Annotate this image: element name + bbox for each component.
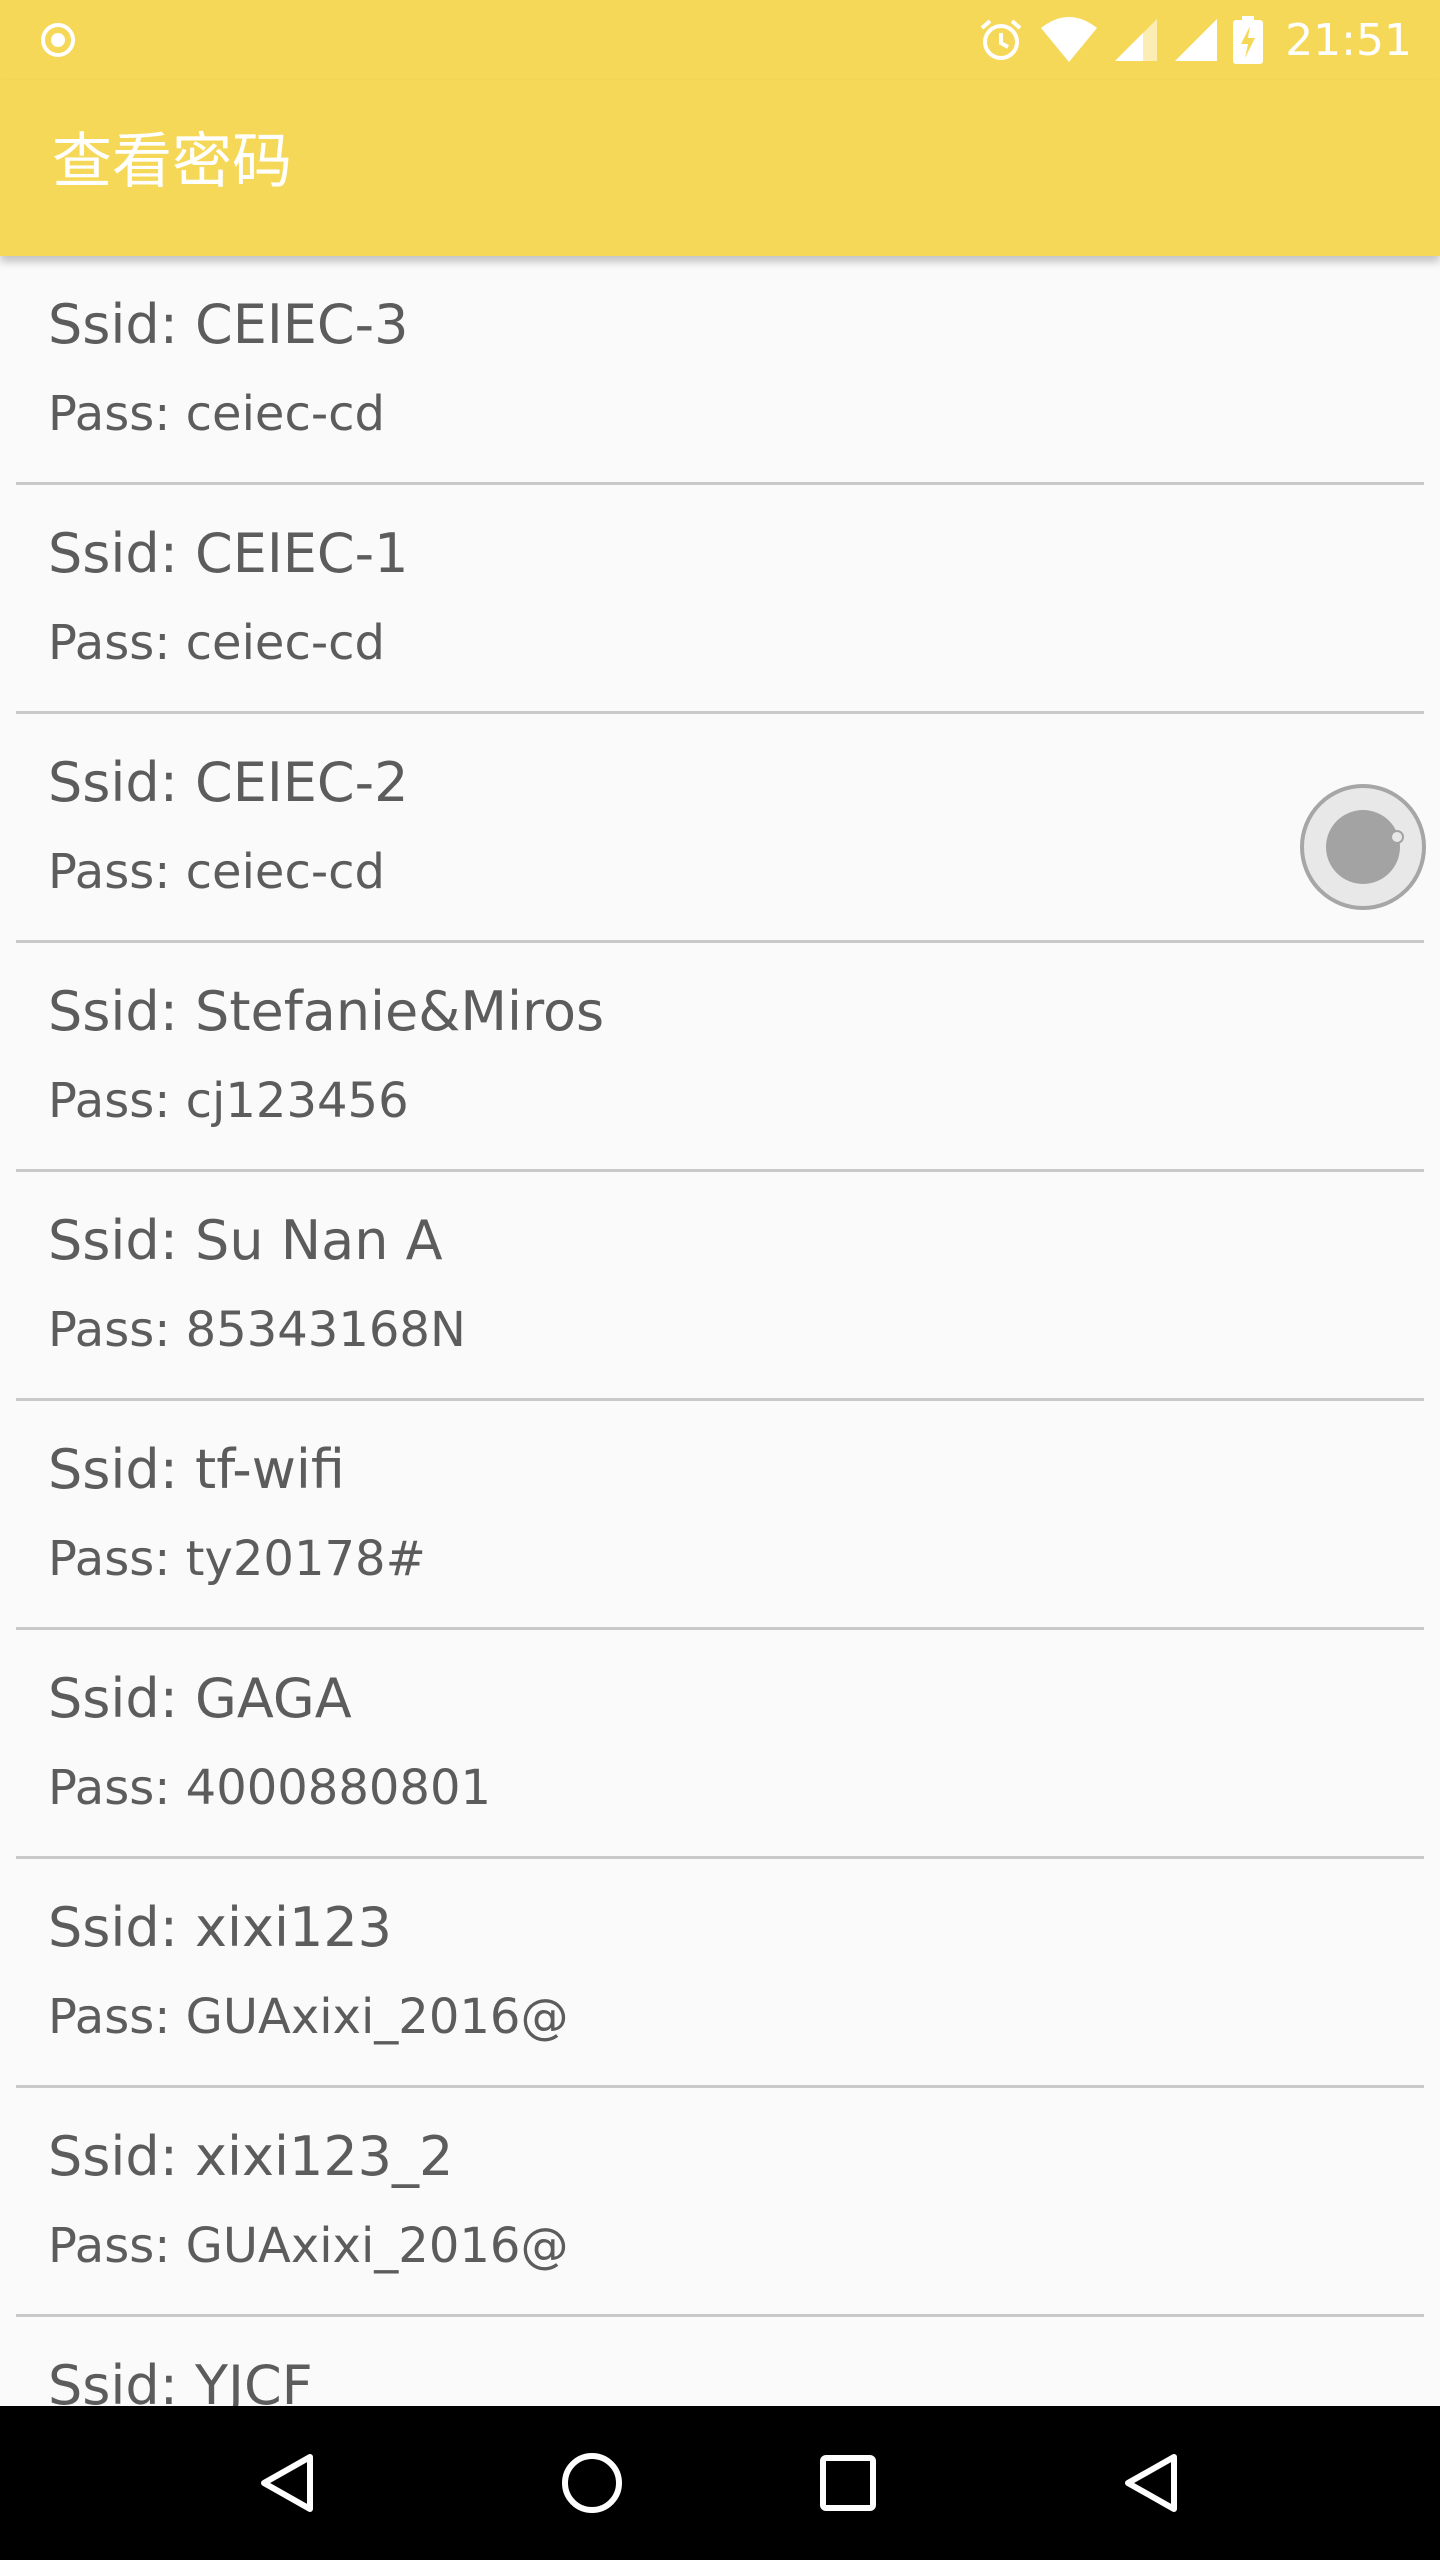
status-icons: 21:51 xyxy=(963,0,1412,80)
password-label: Pass: ceiec-cd xyxy=(48,844,386,900)
password-label: Pass: cj123456 xyxy=(48,1073,409,1129)
recents-icon xyxy=(820,2455,876,2511)
assistive-button-core-icon xyxy=(1326,810,1400,884)
ssid-label: Ssid: Stefanie&Miros xyxy=(48,980,605,1043)
nav-back-button-alt[interactable] xyxy=(1072,2406,1232,2560)
nav-recents-button[interactable] xyxy=(768,2406,928,2560)
password-label: Pass: 4000880801 xyxy=(48,1760,492,1816)
battery-charging-icon xyxy=(1233,16,1264,64)
password-label: Pass: ceiec-cd xyxy=(48,615,386,671)
ssid-label: Ssid: xixi123_2 xyxy=(48,2125,454,2188)
floating-assistive-button[interactable] xyxy=(1300,784,1426,910)
screen: 21:51 查看密码 Ssid: CEIEC-3 Pass: ceiec-cd … xyxy=(0,0,1440,2560)
password-label: Pass: 85343168N xyxy=(48,1302,466,1358)
list-item[interactable]: Ssid: xixi123_2 Pass: GUAxixi_2016@ xyxy=(0,2088,1440,2317)
nav-home-button[interactable] xyxy=(512,2406,672,2560)
wifi-list: Ssid: CEIEC-3 Pass: ceiec-cd Ssid: CEIEC… xyxy=(0,256,1440,2406)
list-item[interactable]: Ssid: YJCF xyxy=(0,2317,1440,2407)
status-time: 21:51 xyxy=(1285,14,1412,66)
password-label: Pass: GUAxixi_2016@ xyxy=(48,2218,569,2274)
page-title: 查看密码 xyxy=(52,127,292,197)
list-item[interactable]: Ssid: CEIEC-1 Pass: ceiec-cd xyxy=(0,485,1440,714)
ssid-label: Ssid: CEIEC-2 xyxy=(48,751,409,814)
list-item[interactable]: Ssid: CEIEC-3 Pass: ceiec-cd xyxy=(0,256,1440,485)
home-icon xyxy=(562,2453,622,2513)
assistive-button-dot-icon xyxy=(1390,830,1404,844)
ssid-label: Ssid: tf-wifi xyxy=(48,1438,345,1501)
ssid-label: Ssid: GAGA xyxy=(48,1667,352,1730)
list-item[interactable]: Ssid: tf-wifi Pass: ty20178# xyxy=(0,1401,1440,1630)
ssid-label: Ssid: Su Nan A xyxy=(48,1209,443,1272)
status-bar: 21:51 xyxy=(0,0,1440,80)
password-label: Pass: GUAxixi_2016@ xyxy=(48,1989,569,2045)
signal-icon xyxy=(1115,19,1158,61)
wifi-icon xyxy=(1041,17,1098,62)
navigation-bar xyxy=(0,2406,1440,2560)
list-item[interactable]: Ssid: GAGA Pass: 4000880801 xyxy=(0,1630,1440,1859)
app-bar: 查看密码 xyxy=(0,80,1440,256)
ssid-label: Ssid: CEIEC-3 xyxy=(48,293,409,356)
list-item[interactable]: Ssid: Su Nan A Pass: 85343168N xyxy=(0,1172,1440,1401)
list-item[interactable]: Ssid: xixi123 Pass: GUAxixi_2016@ xyxy=(0,1859,1440,2088)
ssid-label: Ssid: YJCF xyxy=(48,2354,313,2407)
password-label: Pass: ceiec-cd xyxy=(48,386,386,442)
back-icon xyxy=(1125,2454,1177,2512)
password-label: Pass: ty20178# xyxy=(48,1531,426,1587)
record-icon xyxy=(41,23,75,57)
list-item[interactable]: Ssid: Stefanie&Miros Pass: cj123456 xyxy=(0,943,1440,1172)
signal-icon xyxy=(1175,19,1218,61)
nav-back-button[interactable] xyxy=(208,2406,368,2560)
alarm-icon xyxy=(980,19,1022,60)
back-icon xyxy=(261,2454,313,2512)
list-item[interactable]: Ssid: CEIEC-2 Pass: ceiec-cd xyxy=(0,714,1440,943)
ssid-label: Ssid: xixi123 xyxy=(48,1896,393,1959)
ssid-label: Ssid: CEIEC-1 xyxy=(48,522,409,585)
